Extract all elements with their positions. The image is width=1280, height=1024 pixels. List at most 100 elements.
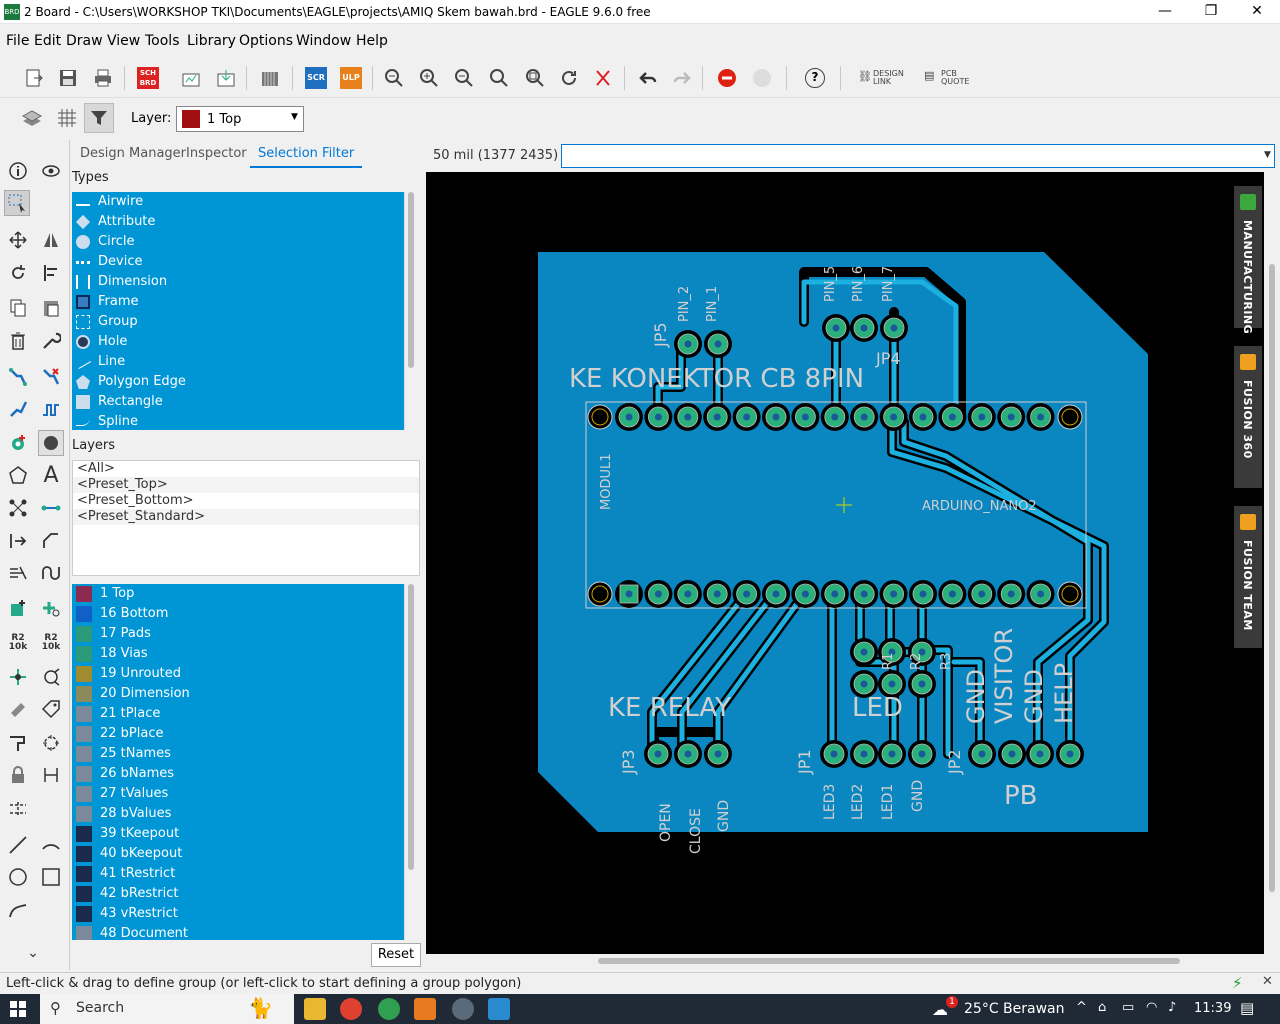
drc-icon[interactable] (5, 796, 31, 822)
stop-icon[interactable] (713, 64, 741, 92)
battery-icon[interactable]: ▭ (1122, 1000, 1134, 1015)
spline-tool-icon[interactable] (5, 898, 31, 924)
list-item[interactable]: <Preset_Bottom> (73, 493, 419, 509)
script-icon[interactable]: SCR (302, 64, 330, 92)
chrome-profile-icon[interactable] (378, 998, 400, 1020)
refresh-icon[interactable] (555, 64, 583, 92)
list-item[interactable]: 1 Top (76, 584, 134, 604)
volume-icon[interactable]: ♪ (1168, 1000, 1176, 1015)
list-item[interactable]: 25 tNames (76, 744, 171, 764)
paste-icon[interactable] (38, 295, 64, 321)
tab-fusion-360[interactable]: FUSION 360 (1234, 346, 1262, 488)
change-icon[interactable] (38, 328, 64, 354)
pin-swap-icon[interactable] (5, 696, 31, 722)
zoom-select-icon[interactable] (521, 64, 549, 92)
list-item[interactable]: <Preset_Top> (73, 477, 419, 493)
list-item[interactable]: Spline (76, 412, 138, 430)
circle-tool-icon[interactable] (5, 864, 31, 890)
lock-icon[interactable] (5, 762, 31, 788)
list-item[interactable]: 27 tValues (76, 784, 168, 804)
pcb-board-drawing[interactable]: KE KONEKTOR CB 8PIN KE RELAY LED PB ARDU… (426, 172, 1264, 954)
eagle-taskbar-icon[interactable] (414, 998, 436, 1020)
design-link-button[interactable]: ⛓ DESIGN LINK (858, 70, 914, 88)
types-scrollbar[interactable] (404, 192, 420, 430)
tab-inspector[interactable]: Inspector (178, 140, 255, 168)
name-tool-icon[interactable]: R2 10k (5, 630, 31, 656)
list-item[interactable]: 40 bKeepout (76, 844, 182, 864)
miter-icon[interactable] (38, 528, 64, 554)
redo-icon[interactable] (668, 64, 696, 92)
attribute-tool-icon[interactable] (38, 696, 64, 722)
open-file-icon[interactable] (20, 64, 48, 92)
cam-processor-icon[interactable] (177, 64, 205, 92)
list-item[interactable]: 43 vRestrict (76, 904, 178, 924)
zoom-redraw-icon[interactable] (485, 64, 513, 92)
tab-selection-filter[interactable]: Selection Filter (250, 140, 363, 168)
arc-tool-icon[interactable] (38, 560, 64, 586)
sch-brd-switch-icon[interactable]: SCH BRD (134, 64, 162, 92)
layer-select[interactable]: 1 Top ▼ (176, 106, 304, 132)
polygon-tool-icon[interactable] (5, 462, 31, 488)
menu-library[interactable]: Library (187, 33, 236, 49)
menu-draw[interactable]: Draw (66, 33, 103, 49)
tab-fusion-team[interactable]: FUSION TEAM (1234, 506, 1262, 648)
list-item[interactable]: Attribute (75, 212, 155, 232)
optimize-icon[interactable] (5, 396, 31, 422)
arc-draw-icon[interactable] (38, 832, 64, 858)
command-input[interactable]: ▼ (561, 144, 1275, 168)
delete-icon[interactable] (5, 328, 31, 354)
list-item[interactable]: Polygon Edge (76, 372, 186, 392)
list-item[interactable]: 16 Bottom (76, 604, 168, 624)
file-explorer-icon[interactable] (304, 998, 326, 1020)
menu-file[interactable]: File (6, 33, 29, 49)
expand-toolbar-icon[interactable]: ⌄ (20, 940, 46, 966)
print-icon[interactable] (89, 64, 117, 92)
chrome-icon[interactable] (340, 998, 362, 1020)
library-icon[interactable] (256, 64, 284, 92)
ripup-icon[interactable] (38, 364, 64, 390)
board-canvas[interactable]: KE KONEKTOR CB 8PIN KE RELAY LED PB ARDU… (426, 172, 1264, 954)
line-tool-icon[interactable] (5, 832, 31, 858)
help-icon[interactable]: ? (801, 64, 829, 92)
rotate-icon[interactable] (5, 260, 31, 286)
value-tool-icon[interactable]: R2 10k (38, 630, 64, 656)
windows-start-icon[interactable] (10, 1001, 26, 1020)
list-item[interactable]: Group (76, 312, 138, 332)
wifi-icon[interactable]: ◠ (1146, 1000, 1157, 1015)
menu-options[interactable]: Options (239, 33, 293, 49)
list-item[interactable]: 42 bRestrict (76, 884, 178, 904)
list-item[interactable]: 19 Unrouted (76, 664, 181, 684)
zoom-in-icon[interactable] (415, 64, 443, 92)
maximize-button[interactable]: ❐ (1188, 0, 1234, 24)
tray-chevron-icon[interactable]: ^ (1076, 1000, 1087, 1015)
list-item[interactable]: 28 bValues (76, 804, 171, 824)
network-icon[interactable]: ⌂ (1098, 1000, 1106, 1015)
settings-icon[interactable] (452, 998, 474, 1020)
align-icon[interactable] (38, 260, 64, 286)
rectangle-tool-icon[interactable] (38, 864, 64, 890)
hole-tool-icon[interactable] (38, 430, 64, 456)
menu-window[interactable]: Window (296, 33, 351, 49)
pcb-quote-button[interactable]: ▤ PCB QUOTE (924, 70, 972, 88)
ratsnest-icon[interactable] (589, 64, 617, 92)
list-item[interactable]: 20 Dimension (76, 684, 190, 704)
menu-view[interactable]: View (107, 33, 140, 49)
grid-icon[interactable] (53, 104, 81, 132)
zoom-fit-icon[interactable] (380, 64, 408, 92)
ulp-icon[interactable]: ULP (337, 64, 365, 92)
list-item[interactable]: 48 Document (76, 924, 188, 940)
replace-icon[interactable] (38, 664, 64, 690)
tab-manufacturing[interactable]: MANUFACTURING (1234, 186, 1262, 334)
lightning-icon[interactable]: ⚡ (1232, 974, 1243, 992)
airwire-tool-icon[interactable] (38, 495, 64, 521)
list-item[interactable]: <All> (73, 461, 419, 477)
wire-bend-icon[interactable] (5, 730, 31, 756)
list-item[interactable]: Frame (76, 292, 139, 312)
list-item[interactable]: 39 tKeepout (76, 824, 179, 844)
dimension-tool-icon[interactable] (38, 762, 64, 788)
add-component-icon[interactable] (38, 595, 64, 621)
layer-settings-icon[interactable] (18, 104, 46, 132)
show-icon[interactable] (38, 158, 64, 184)
undo-icon[interactable] (634, 64, 662, 92)
list-item[interactable]: 41 tRestrict (76, 864, 175, 884)
